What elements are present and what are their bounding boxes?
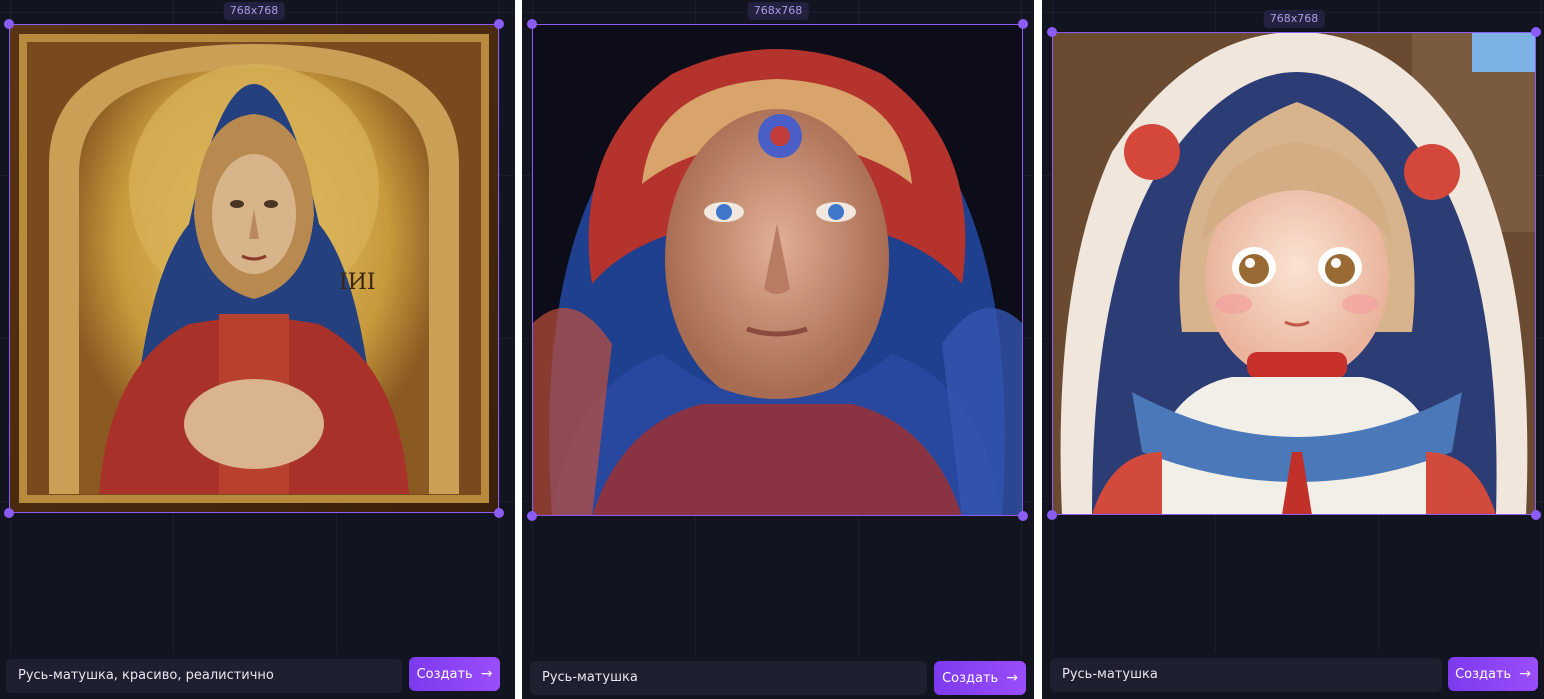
- comparison-stage: 768x768 IИІ Русь-матушка, красиво, реали…: [0, 0, 1544, 699]
- resize-handle-bottom-right[interactable]: [1018, 511, 1028, 521]
- create-button[interactable]: Создать →: [934, 661, 1026, 695]
- arrow-right-icon: →: [480, 666, 493, 682]
- prompt-bar: Русь-матушка Создать →: [522, 655, 1034, 699]
- generator-panel-1: 768x768 IИІ Русь-матушка, красиво, реали…: [0, 0, 515, 699]
- create-button-label: Создать: [1455, 667, 1512, 682]
- resize-handle-top-right[interactable]: [1531, 27, 1541, 37]
- resize-handle-top-right[interactable]: [1018, 19, 1028, 29]
- resize-handle-top-left[interactable]: [1047, 27, 1057, 37]
- prompt-bar: Русь-матушка, красиво, реалистично Созда…: [0, 653, 515, 699]
- create-button[interactable]: Создать →: [409, 657, 500, 691]
- size-badge: 768x768: [1263, 10, 1325, 28]
- create-button[interactable]: Создать →: [1448, 657, 1538, 691]
- selection-frame: [532, 24, 1023, 516]
- resize-handle-top-left[interactable]: [4, 19, 14, 29]
- selection-frame: [1052, 32, 1536, 515]
- create-button-label: Создать: [942, 671, 999, 686]
- prompt-input[interactable]: Русь-матушка: [1050, 658, 1442, 692]
- generator-panel-2: 768x768 Русь-матушка Создать →: [522, 0, 1034, 699]
- generator-panel-3: 768x768 Русь-матушка Создать →: [1042, 0, 1544, 699]
- prompt-input[interactable]: Русь-матушка, красиво, реалистично: [6, 659, 402, 693]
- arrow-right-icon: →: [1519, 666, 1531, 682]
- resize-handle-bottom-right[interactable]: [494, 508, 504, 518]
- selection-frame: [9, 24, 499, 513]
- resize-handle-bottom-left[interactable]: [4, 508, 14, 518]
- resize-handle-top-left[interactable]: [527, 19, 537, 29]
- resize-handle-bottom-left[interactable]: [1047, 510, 1057, 520]
- resize-handle-bottom-right[interactable]: [1531, 510, 1541, 520]
- arrow-right-icon: →: [1006, 670, 1018, 686]
- create-button-label: Создать: [416, 667, 473, 682]
- resize-handle-bottom-left[interactable]: [527, 511, 537, 521]
- prompt-bar: Русь-матушка Создать →: [1042, 652, 1544, 699]
- prompt-input[interactable]: Русь-матушка: [530, 661, 927, 695]
- size-badge: 768x768: [223, 2, 285, 20]
- resize-handle-top-right[interactable]: [494, 19, 504, 29]
- size-badge: 768x768: [747, 2, 809, 20]
